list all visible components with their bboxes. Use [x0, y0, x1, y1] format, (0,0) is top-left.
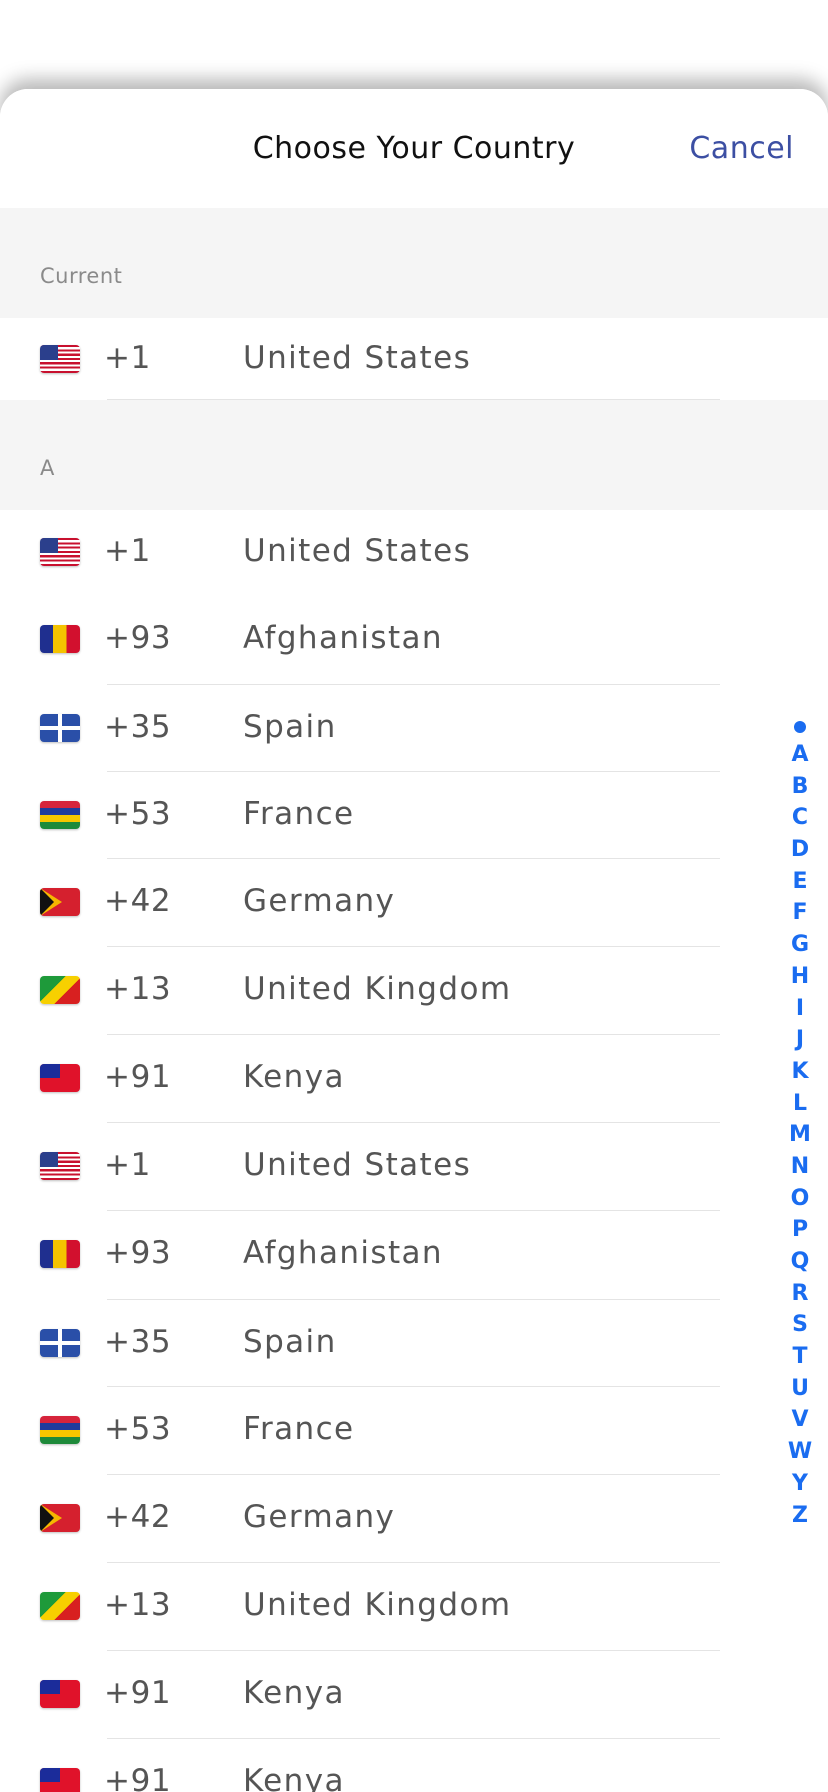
current-country-row[interactable]: +1 United States	[0, 318, 828, 400]
dial-code: +1	[104, 340, 151, 376]
flag-timor-leste-icon	[40, 888, 80, 916]
flag-timor-leste-icon	[40, 1504, 80, 1532]
sheet-header: Choose Your Country Cancel	[0, 89, 828, 208]
country-row[interactable]: +1 United States	[0, 1123, 828, 1211]
country-name: Kenya	[243, 1763, 345, 1792]
index-letter-i[interactable]: I	[782, 993, 818, 1025]
dial-code: +1	[104, 533, 151, 569]
country-row[interactable]: +35 Spain	[0, 685, 828, 772]
country-name: Kenya	[243, 1675, 345, 1711]
index-letter-p[interactable]: P	[782, 1214, 818, 1246]
flag-chad-icon	[40, 1240, 80, 1268]
country-row[interactable]: +53 France	[0, 772, 828, 859]
dial-code: +93	[104, 1235, 172, 1271]
country-name: Germany	[243, 883, 396, 919]
index-letter-k[interactable]: K	[782, 1056, 818, 1088]
dial-code: +93	[104, 620, 172, 656]
flag-taiwan-icon	[40, 1768, 80, 1792]
index-letter-t[interactable]: T	[782, 1341, 818, 1373]
index-letter-m[interactable]: M	[782, 1119, 818, 1151]
flag-us-icon	[40, 345, 80, 373]
section-label-a: A	[40, 456, 55, 480]
country-picker-sheet: Choose Your Country Cancel Current +1 Un…	[0, 89, 828, 1792]
flag-congo-icon	[40, 976, 80, 1004]
country-name: Germany	[243, 1499, 396, 1535]
flag-mauritius-icon	[40, 1416, 80, 1444]
index-letter-e[interactable]: E	[782, 866, 818, 898]
flag-congo-icon	[40, 1592, 80, 1620]
country-row[interactable]: +93 Afghanistan	[0, 1211, 828, 1300]
flag-mauritius-icon	[40, 801, 80, 829]
country-row[interactable]: +91 Kenya	[0, 1739, 828, 1792]
country-name: United States	[243, 340, 472, 376]
country-name: Spain	[243, 1324, 337, 1360]
dial-code: +91	[104, 1675, 172, 1711]
index-letter-q[interactable]: Q	[782, 1246, 818, 1278]
index-letter-f[interactable]: F	[782, 897, 818, 929]
country-row[interactable]: +53 France	[0, 1387, 828, 1475]
index-letter-g[interactable]: G	[782, 929, 818, 961]
index-letter-h[interactable]: H	[782, 961, 818, 993]
index-letter-j[interactable]: J	[782, 1024, 818, 1056]
country-name: United States	[243, 533, 472, 569]
index-search-dot[interactable]	[794, 721, 806, 733]
flag-taiwan-icon	[40, 1680, 80, 1708]
dial-code: +13	[104, 1587, 172, 1623]
country-row[interactable]: +13 United Kingdom	[0, 947, 828, 1035]
country-row[interactable]: +42 Germany	[0, 859, 828, 947]
index-letter-d[interactable]: D	[782, 834, 818, 866]
country-name: Kenya	[243, 1059, 345, 1095]
index-letter-r[interactable]: R	[782, 1278, 818, 1310]
index-letter-c[interactable]: C	[782, 802, 818, 834]
flag-chad-icon	[40, 625, 80, 653]
flag-martinique-icon	[40, 1329, 80, 1357]
country-row[interactable]: +93 Afghanistan	[0, 596, 828, 685]
section-header-current: Current	[0, 208, 828, 318]
country-name: Afghanistan	[243, 620, 443, 656]
country-name: Spain	[243, 709, 337, 745]
dial-code: +1	[104, 1147, 151, 1183]
country-name: France	[243, 796, 355, 832]
country-row[interactable]: +35 Spain	[0, 1300, 828, 1387]
index-letter-u[interactable]: U	[782, 1373, 818, 1405]
country-row[interactable]: +13 United Kingdom	[0, 1563, 828, 1651]
index-letter-o[interactable]: O	[782, 1183, 818, 1215]
index-letter-y[interactable]: Y	[782, 1468, 818, 1500]
index-letter-z[interactable]: Z	[782, 1500, 818, 1532]
alphabet-index[interactable]: ABCDEFGHIJKLMNOPQRSTUVWYZ	[782, 721, 818, 1531]
dial-code: +42	[104, 1499, 172, 1535]
flag-us-icon	[40, 538, 80, 566]
cancel-button[interactable]: Cancel	[689, 131, 794, 166]
country-row[interactable]: +42 Germany	[0, 1475, 828, 1563]
country-name: France	[243, 1411, 355, 1447]
flag-martinique-icon	[40, 714, 80, 742]
country-name: United States	[243, 1147, 472, 1183]
index-letter-l[interactable]: L	[782, 1088, 818, 1120]
country-name: United Kingdom	[243, 971, 512, 1007]
country-row[interactable]: +91 Kenya	[0, 1035, 828, 1123]
country-row[interactable]: +1 United States	[0, 510, 828, 598]
dial-code: +42	[104, 883, 172, 919]
section-label-current: Current	[40, 264, 123, 288]
index-letter-w[interactable]: W	[782, 1436, 818, 1468]
section-header-a: A	[0, 400, 828, 510]
dial-code: +91	[104, 1763, 172, 1792]
dial-code: +53	[104, 796, 172, 832]
index-letter-b[interactable]: B	[782, 771, 818, 803]
country-name: United Kingdom	[243, 1587, 512, 1623]
flag-taiwan-icon	[40, 1064, 80, 1092]
dial-code: +53	[104, 1411, 172, 1447]
flag-us-icon	[40, 1152, 80, 1180]
dial-code: +13	[104, 971, 172, 1007]
index-letter-s[interactable]: S	[782, 1309, 818, 1341]
index-letter-v[interactable]: V	[782, 1404, 818, 1436]
country-name: Afghanistan	[243, 1235, 443, 1271]
country-row[interactable]: +91 Kenya	[0, 1651, 828, 1739]
dial-code: +35	[104, 1324, 172, 1360]
index-letter-a[interactable]: A	[782, 739, 818, 771]
dial-code: +91	[104, 1059, 172, 1095]
dial-code: +35	[104, 709, 172, 745]
index-letter-n[interactable]: N	[782, 1151, 818, 1183]
